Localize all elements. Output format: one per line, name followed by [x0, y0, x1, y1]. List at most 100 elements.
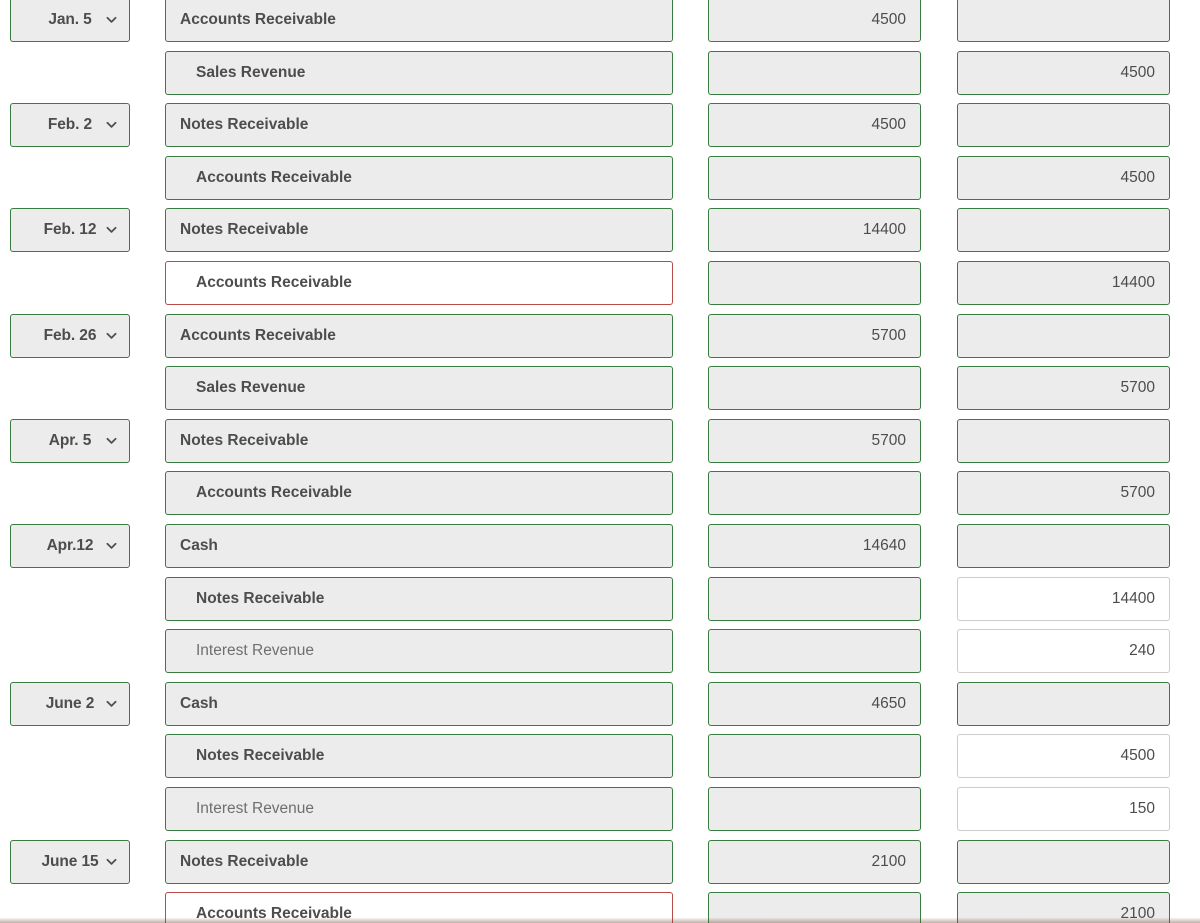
credit-cell-5[interactable]: 14400: [957, 260, 1170, 305]
debit-cell-14[interactable]: [708, 734, 921, 779]
debit-cell-6[interactable]: 5700: [708, 313, 921, 358]
account-cell-14[interactable]: Notes Receivable: [165, 734, 673, 779]
credit-input[interactable]: 4500: [957, 50, 1170, 95]
account-cell-3[interactable]: Accounts Receivable: [165, 155, 673, 200]
debit-cell-7[interactable]: [708, 366, 921, 411]
debit-cell-8[interactable]: 5700: [708, 418, 921, 463]
account-cell-1[interactable]: Sales Revenue: [165, 50, 673, 95]
debit-input[interactable]: [708, 576, 921, 621]
debit-cell-15[interactable]: [708, 786, 921, 831]
account-cell-2[interactable]: Notes Receivable: [165, 103, 673, 148]
credit-input[interactable]: [957, 103, 1170, 148]
credit-cell-3[interactable]: 4500: [957, 155, 1170, 200]
date-dropdown[interactable]: Feb. 12: [10, 208, 130, 253]
debit-input[interactable]: 5700: [708, 313, 921, 358]
debit-cell-13[interactable]: 4650: [708, 681, 921, 726]
account-title-field[interactable]: Sales Revenue: [165, 366, 673, 411]
account-cell-8[interactable]: Notes Receivable: [165, 418, 673, 463]
debit-input[interactable]: 4650: [708, 681, 921, 726]
account-title-field[interactable]: Notes Receivable: [165, 734, 673, 779]
account-cell-12[interactable]: Interest Revenue: [165, 629, 673, 674]
account-title-field[interactable]: Cash: [165, 681, 673, 726]
date-dropdown[interactable]: Apr. 5: [10, 418, 130, 463]
credit-cell-9[interactable]: 5700: [957, 471, 1170, 516]
credit-input[interactable]: 4500: [957, 155, 1170, 200]
account-title-field[interactable]: Notes Receivable: [165, 208, 673, 253]
debit-cell-2[interactable]: 4500: [708, 103, 921, 148]
debit-input[interactable]: [708, 366, 921, 411]
credit-input[interactable]: [957, 681, 1170, 726]
credit-input[interactable]: 5700: [957, 366, 1170, 411]
credit-cell-13[interactable]: [957, 681, 1170, 726]
debit-input[interactable]: 4500: [708, 0, 921, 42]
debit-cell-12[interactable]: [708, 629, 921, 674]
date-dropdown[interactable]: Apr.12: [10, 523, 130, 568]
credit-input[interactable]: 14400: [957, 576, 1170, 621]
credit-input[interactable]: [957, 839, 1170, 884]
date-select-8[interactable]: Apr. 5: [10, 418, 130, 463]
debit-input[interactable]: [708, 471, 921, 516]
debit-input[interactable]: 14400: [708, 208, 921, 253]
credit-input[interactable]: [957, 523, 1170, 568]
account-title-field[interactable]: Notes Receivable: [165, 418, 673, 463]
account-title-field[interactable]: Interest Revenue: [165, 629, 673, 674]
account-cell-15[interactable]: Interest Revenue: [165, 786, 673, 831]
credit-cell-11[interactable]: 14400: [957, 576, 1170, 621]
account-cell-9[interactable]: Accounts Receivable: [165, 471, 673, 516]
date-select-10[interactable]: Apr.12: [10, 523, 130, 568]
debit-cell-0[interactable]: 4500: [708, 0, 921, 42]
credit-cell-17[interactable]: 2100: [957, 892, 1170, 923]
account-cell-11[interactable]: Notes Receivable: [165, 576, 673, 621]
account-title-field[interactable]: Accounts Receivable: [165, 155, 673, 200]
credit-input[interactable]: 150: [957, 786, 1170, 831]
debit-input[interactable]: [708, 786, 921, 831]
date-select-2[interactable]: Feb. 2: [10, 103, 130, 148]
debit-cell-9[interactable]: [708, 471, 921, 516]
account-title-field[interactable]: Accounts Receivable: [165, 471, 673, 516]
date-dropdown[interactable]: June 2: [10, 681, 130, 726]
account-cell-6[interactable]: Accounts Receivable: [165, 313, 673, 358]
debit-cell-10[interactable]: 14640: [708, 523, 921, 568]
debit-input[interactable]: 4500: [708, 103, 921, 148]
credit-cell-6[interactable]: [957, 313, 1170, 358]
account-title-field[interactable]: Cash: [165, 523, 673, 568]
account-title-field[interactable]: Sales Revenue: [165, 50, 673, 95]
credit-cell-14[interactable]: 4500: [957, 734, 1170, 779]
date-select-16[interactable]: June 15: [10, 839, 130, 884]
debit-input[interactable]: [708, 260, 921, 305]
credit-input[interactable]: [957, 0, 1170, 42]
date-select-6[interactable]: Feb. 26: [10, 313, 130, 358]
debit-input[interactable]: [708, 892, 921, 923]
account-cell-4[interactable]: Notes Receivable: [165, 208, 673, 253]
debit-cell-3[interactable]: [708, 155, 921, 200]
account-cell-10[interactable]: Cash: [165, 523, 673, 568]
debit-input[interactable]: [708, 155, 921, 200]
account-title-field[interactable]: Notes Receivable: [165, 839, 673, 884]
account-title-field[interactable]: Notes Receivable: [165, 103, 673, 148]
account-title-field[interactable]: Accounts Receivable: [165, 0, 673, 42]
debit-cell-16[interactable]: 2100: [708, 839, 921, 884]
credit-input[interactable]: 4500: [957, 734, 1170, 779]
credit-input[interactable]: [957, 418, 1170, 463]
debit-cell-5[interactable]: [708, 260, 921, 305]
credit-cell-0[interactable]: [957, 0, 1170, 42]
debit-cell-17[interactable]: [708, 892, 921, 923]
credit-cell-15[interactable]: 150: [957, 786, 1170, 831]
account-title-field[interactable]: Accounts Receivable: [165, 313, 673, 358]
credit-cell-2[interactable]: [957, 103, 1170, 148]
credit-cell-4[interactable]: [957, 208, 1170, 253]
credit-input[interactable]: 2100: [957, 892, 1170, 923]
debit-input[interactable]: 2100: [708, 839, 921, 884]
debit-input[interactable]: [708, 734, 921, 779]
account-cell-5[interactable]: Accounts Receivable: [165, 260, 673, 305]
credit-input[interactable]: 240: [957, 629, 1170, 674]
debit-input[interactable]: [708, 629, 921, 674]
account-title-field[interactable]: Accounts Receivable: [165, 260, 673, 305]
date-select-4[interactable]: Feb. 12: [10, 208, 130, 253]
debit-input[interactable]: [708, 50, 921, 95]
credit-input[interactable]: [957, 208, 1170, 253]
debit-cell-11[interactable]: [708, 576, 921, 621]
credit-input[interactable]: 14400: [957, 260, 1170, 305]
credit-cell-1[interactable]: 4500: [957, 50, 1170, 95]
credit-input[interactable]: 5700: [957, 471, 1170, 516]
